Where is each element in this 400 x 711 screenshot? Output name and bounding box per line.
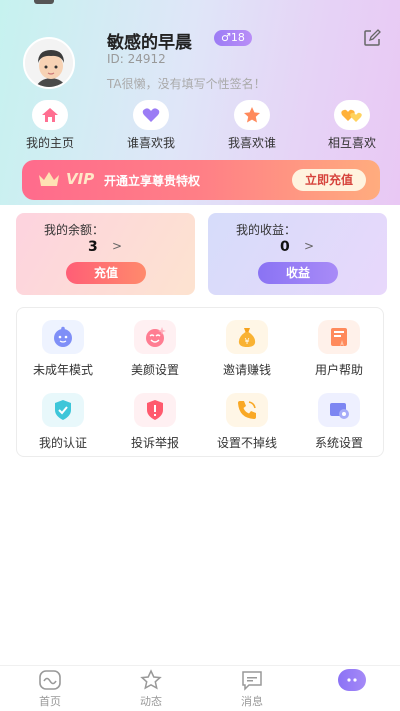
nav-label: 首页 bbox=[39, 695, 61, 708]
nav-tab-messages[interactable]: 消息 bbox=[222, 666, 282, 709]
gender-age-badge: ♂18 bbox=[214, 30, 252, 46]
nav-label: 消息 bbox=[241, 695, 263, 708]
nav-tab-home[interactable]: 首页 bbox=[20, 666, 80, 709]
status-bar-indicator bbox=[34, 0, 54, 4]
recharge-button[interactable]: 充值 bbox=[66, 262, 146, 284]
home-wave-icon bbox=[38, 669, 62, 691]
balance-card[interactable]: 我的余额： 3 > 充值 bbox=[16, 213, 195, 295]
quick-link-label: 我的主页 bbox=[25, 136, 74, 150]
quick-link-who-i-like[interactable]: 我喜欢谁 bbox=[212, 100, 292, 151]
home-icon bbox=[32, 100, 68, 130]
tool-beauty-settings[interactable]: 美颜设置 bbox=[109, 320, 201, 378]
balance-title: 我的余额： bbox=[44, 223, 105, 237]
tool-label: 系统设置 bbox=[314, 436, 363, 450]
bottom-navigation: 首页 动态 消息 bbox=[0, 665, 400, 711]
help-book-icon bbox=[318, 320, 360, 354]
verified-badge-icon bbox=[42, 393, 84, 427]
heart-icon bbox=[133, 100, 169, 130]
settings-icon bbox=[318, 393, 360, 427]
tool-label: 未成年模式 bbox=[32, 363, 93, 377]
quick-link-label: 相互喜欢 bbox=[327, 136, 376, 150]
earnings-title: 我的收益： bbox=[236, 223, 297, 237]
nav-tab-moments[interactable]: 动态 bbox=[121, 666, 181, 709]
tool-user-help[interactable]: 用户帮助 bbox=[293, 320, 385, 378]
tool-label: 投诉举报 bbox=[130, 436, 179, 450]
quick-links: 我的主页 谁喜欢我 我喜欢谁 相互喜欢 bbox=[0, 100, 400, 152]
tool-label: 我的认证 bbox=[38, 436, 87, 450]
chevron-right-icon: > bbox=[304, 239, 315, 253]
star-icon bbox=[234, 100, 270, 130]
phone-icon bbox=[226, 393, 268, 427]
nav-label: 动态 bbox=[140, 695, 162, 708]
beauty-face-icon bbox=[134, 320, 176, 354]
vip-banner[interactable]: VIP 开通立享尊贵特权 立即充值 bbox=[22, 160, 380, 200]
star-outline-icon bbox=[139, 669, 163, 691]
edit-profile-icon[interactable] bbox=[363, 29, 381, 47]
quick-link-mutual-likes[interactable]: 相互喜欢 bbox=[312, 100, 392, 151]
profile-active-icon bbox=[338, 669, 366, 691]
tool-label: 设置不掉线 bbox=[216, 436, 277, 450]
balance-value: 3 bbox=[88, 239, 98, 255]
chevron-right-icon: > bbox=[112, 239, 123, 253]
tool-stay-online[interactable]: 设置不掉线 bbox=[201, 393, 293, 451]
tool-label: 邀请赚钱 bbox=[222, 363, 271, 377]
message-icon bbox=[240, 669, 264, 691]
quick-link-label: 谁喜欢我 bbox=[126, 136, 175, 150]
money-bag-icon: ¥ bbox=[226, 320, 268, 354]
child-face-icon bbox=[42, 320, 84, 354]
tools-grid: 未成年模式 美颜设置 ¥ 邀请赚钱 用户帮助 我的认证 投诉举报 设置不掉线 系… bbox=[16, 307, 384, 457]
quick-link-my-homepage[interactable]: 我的主页 bbox=[10, 100, 90, 151]
vip-recharge-button[interactable]: 立即充值 bbox=[292, 169, 366, 191]
report-shield-icon bbox=[134, 393, 176, 427]
earnings-button[interactable]: 收益 bbox=[258, 262, 338, 284]
signature: TA很懒，没有填写个性签名！ bbox=[107, 77, 266, 91]
svg-text:¥: ¥ bbox=[244, 337, 249, 346]
earnings-value: 0 bbox=[280, 239, 290, 255]
quick-link-who-likes-me[interactable]: 谁喜欢我 bbox=[111, 100, 191, 151]
crown-icon bbox=[38, 171, 60, 192]
tool-minor-mode[interactable]: 未成年模式 bbox=[17, 320, 109, 378]
mutual-hearts-icon bbox=[334, 100, 370, 130]
earnings-card[interactable]: 我的收益： 0 > 收益 bbox=[208, 213, 387, 295]
vip-label: VIP bbox=[66, 170, 95, 188]
nickname: 敏感的早晨 bbox=[107, 33, 192, 53]
avatar[interactable] bbox=[23, 37, 75, 89]
tool-complaint-report[interactable]: 投诉举报 bbox=[109, 393, 201, 451]
gender-age-text: ♂18 bbox=[221, 31, 245, 44]
tool-invite-earn[interactable]: ¥ 邀请赚钱 bbox=[201, 320, 293, 378]
nav-tab-profile[interactable] bbox=[322, 666, 382, 693]
tool-label: 用户帮助 bbox=[314, 363, 363, 377]
quick-link-label: 我喜欢谁 bbox=[227, 136, 276, 150]
tool-my-verification[interactable]: 我的认证 bbox=[17, 393, 109, 451]
tool-system-settings[interactable]: 系统设置 bbox=[293, 393, 385, 451]
tool-label: 美颜设置 bbox=[130, 363, 179, 377]
user-id: ID: 24912 bbox=[107, 52, 166, 66]
vip-description: 开通立享尊贵特权 bbox=[104, 174, 201, 188]
